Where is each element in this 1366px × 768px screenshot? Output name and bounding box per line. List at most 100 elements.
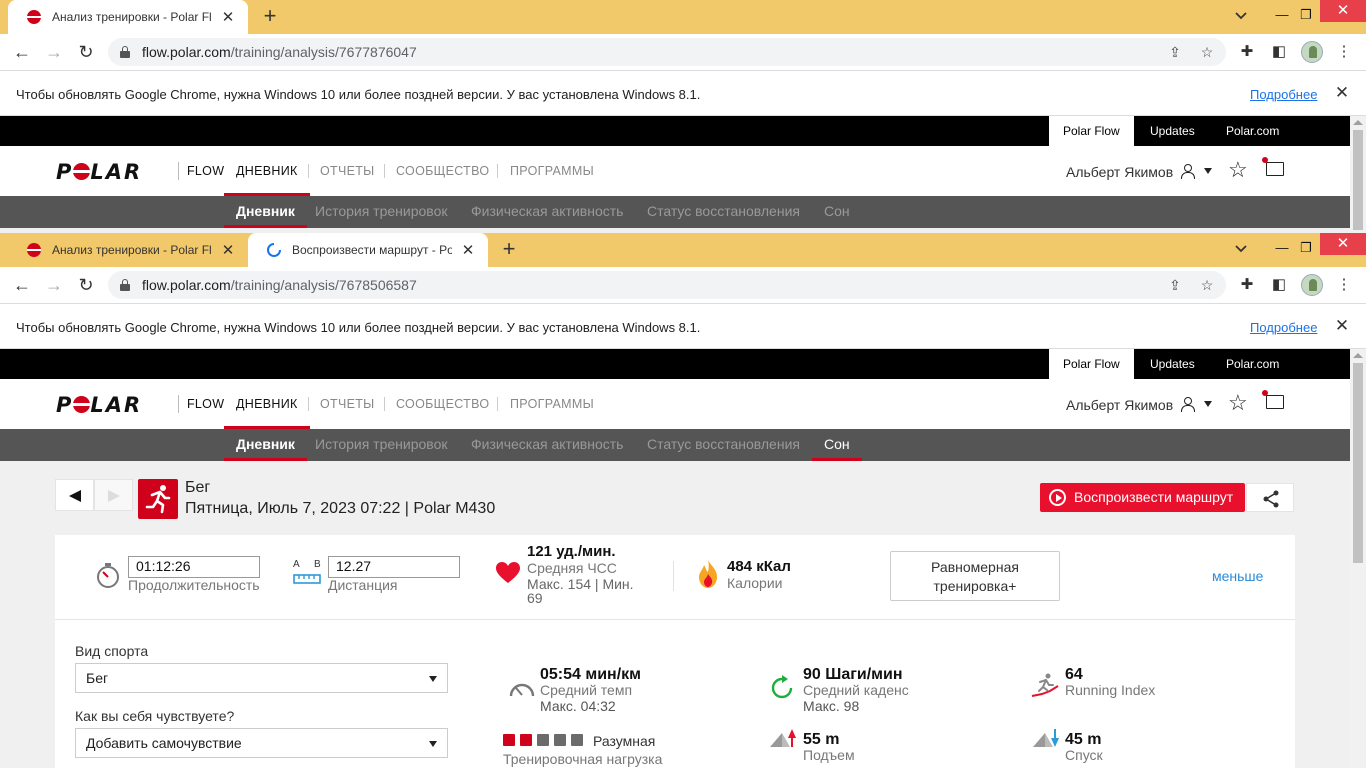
share-page-icon[interactable]: ⇪	[1164, 41, 1186, 63]
user-menu-caret-icon[interactable]	[1204, 168, 1212, 174]
bookmark-star-icon[interactable]: ☆	[1196, 41, 1218, 63]
subnav-diary[interactable]: Дневник	[224, 196, 307, 228]
topbar-polar-flow[interactable]: Polar Flow	[1049, 116, 1134, 146]
scroll-thumb[interactable]	[1353, 130, 1363, 230]
lock-icon[interactable]	[120, 279, 130, 291]
share-page-icon[interactable]: ⇪	[1164, 274, 1186, 296]
page-scrollbar[interactable]	[1350, 349, 1366, 768]
update-infobar: Чтобы обновлять Google Chrome, нужна Win…	[0, 303, 1366, 349]
subnav-activity[interactable]: Физическая активность	[471, 196, 623, 228]
favorites-star-icon[interactable]: ☆	[1228, 391, 1248, 415]
feed-notification-icon[interactable]	[1262, 390, 1284, 409]
topbar-polar-com[interactable]: Polar.com	[1212, 116, 1293, 146]
infobar-close-icon[interactable]: ✕	[1333, 83, 1351, 103]
side-panel-icon[interactable]: ◧	[1267, 40, 1291, 64]
show-less-link[interactable]: меньше	[1212, 568, 1263, 584]
tab-training-analysis[interactable]: Анализ тренировки - Polar Flow ✕	[8, 233, 248, 267]
user-name[interactable]: Альберт Якимов	[1066, 397, 1173, 413]
sport-select[interactable]: Бег	[75, 663, 448, 693]
favorites-star-icon[interactable]: ☆	[1228, 158, 1248, 182]
reload-icon[interactable]: ↻	[74, 273, 98, 297]
distance-input[interactable]: 12.27	[328, 556, 460, 578]
nav-diary[interactable]: ДНЕВНИК	[224, 379, 310, 429]
nav-community[interactable]: СООБЩЕСТВО	[396, 146, 489, 196]
nav-flow[interactable]: FLOW	[187, 379, 224, 429]
nav-divider	[384, 397, 385, 411]
nav-reports[interactable]: ОТЧЕТЫ	[320, 146, 375, 196]
subnav-history[interactable]: История тренировок	[315, 196, 447, 228]
tab-search-chevron-icon[interactable]	[1230, 239, 1252, 261]
tab-close-icon[interactable]: ✕	[220, 241, 236, 259]
scroll-thumb[interactable]	[1353, 363, 1363, 563]
tab-close-icon[interactable]: ✕	[460, 241, 476, 259]
lock-icon[interactable]	[120, 46, 130, 58]
tab-title: Анализ тренировки - Polar Flow	[52, 243, 212, 257]
subnav-history[interactable]: История тренировок	[315, 429, 447, 461]
url-path: /training/analysis/7678506587	[230, 277, 417, 293]
feeling-select[interactable]: Добавить самочувствие	[75, 728, 448, 758]
user-icon[interactable]	[1180, 164, 1195, 179]
topbar-polar-flow[interactable]: Polar Flow	[1049, 349, 1134, 379]
play-route-button[interactable]: Воспроизвести маршрут	[1040, 483, 1245, 512]
scroll-up-arrow-icon[interactable]	[1353, 120, 1363, 125]
nav-programs[interactable]: ПРОГРАММЫ	[510, 146, 594, 196]
subnav-diary[interactable]: Дневник	[224, 429, 307, 461]
tab-training-analysis[interactable]: Анализ тренировки - Polar Flow ✕	[8, 0, 248, 34]
menu-kebab-icon[interactable]: ⋮	[1332, 40, 1356, 64]
tab-play-route[interactable]: Воспроизвести маршрут - Polar ✕	[248, 233, 488, 267]
user-name[interactable]: Альберт Якимов	[1066, 164, 1173, 180]
forward-icon[interactable]: →	[42, 273, 66, 297]
subnav-activity[interactable]: Физическая активность	[471, 429, 623, 461]
infobar-close-icon[interactable]: ✕	[1333, 316, 1351, 336]
next-session-button[interactable]	[94, 479, 133, 511]
polar-logo[interactable]: P LAR	[56, 160, 142, 184]
menu-kebab-icon[interactable]: ⋮	[1332, 273, 1356, 297]
subnav-recovery[interactable]: Статус восстановления	[647, 429, 800, 461]
page-scrollbar[interactable]	[1350, 116, 1366, 233]
polar-logo[interactable]: P LAR	[56, 393, 142, 417]
side-panel-icon[interactable]: ◧	[1267, 273, 1291, 297]
close-window-icon[interactable]: ✕	[1320, 233, 1366, 255]
new-tab-button[interactable]: +	[257, 4, 283, 30]
bookmark-star-icon[interactable]: ☆	[1196, 274, 1218, 296]
avg-pace-label: Средний темп	[540, 682, 633, 698]
infobar-message: Чтобы обновлять Google Chrome, нужна Win…	[16, 87, 701, 102]
nav-community[interactable]: СООБЩЕСТВО	[396, 379, 489, 429]
subnav-sleep[interactable]: Сон	[812, 429, 862, 461]
feed-notification-icon[interactable]	[1262, 157, 1284, 176]
user-icon[interactable]	[1180, 397, 1195, 412]
nav-diary[interactable]: ДНЕВНИК	[224, 146, 310, 196]
reload-icon[interactable]: ↻	[74, 40, 98, 64]
tab-search-chevron-icon[interactable]	[1230, 6, 1252, 28]
topbar-updates[interactable]: Updates	[1136, 349, 1209, 379]
topbar-updates[interactable]: Updates	[1136, 116, 1209, 146]
address-bar[interactable]: flow.polar.com/training/analysis/7677876…	[108, 38, 1226, 66]
subnav-recovery[interactable]: Статус восстановления	[647, 196, 800, 228]
nav-flow[interactable]: FLOW	[187, 146, 224, 196]
training-benefit-button[interactable]: Равномерная тренировка+	[890, 551, 1060, 601]
back-icon[interactable]: ←	[10, 40, 34, 64]
scroll-up-arrow-icon[interactable]	[1353, 353, 1363, 358]
profile-avatar[interactable]	[1301, 41, 1323, 63]
infobar-learn-more-link[interactable]: Подробнее	[1250, 87, 1317, 102]
address-bar[interactable]: flow.polar.com/training/analysis/7678506…	[108, 271, 1226, 299]
profile-avatar[interactable]	[1301, 274, 1323, 296]
duration-input[interactable]: 01:12:26	[128, 556, 260, 578]
previous-session-button[interactable]	[55, 479, 94, 511]
new-tab-button[interactable]: +	[496, 237, 522, 263]
nav-reports[interactable]: ОТЧЕТЫ	[320, 379, 375, 429]
topbar-polar-com[interactable]: Polar.com	[1212, 349, 1293, 379]
subnav-sleep[interactable]: Сон	[824, 196, 850, 228]
distance-a-marker: A	[293, 559, 300, 570]
forward-icon[interactable]: →	[42, 40, 66, 64]
tab-close-icon[interactable]: ✕	[220, 8, 236, 26]
share-button[interactable]	[1246, 483, 1294, 512]
extensions-puzzle-icon[interactable]: ✚	[1235, 273, 1259, 297]
back-icon[interactable]: ←	[10, 273, 34, 297]
nav-programs[interactable]: ПРОГРАММЫ	[510, 379, 594, 429]
infobar-learn-more-link[interactable]: Подробнее	[1250, 320, 1317, 335]
user-menu-caret-icon[interactable]	[1204, 401, 1212, 407]
close-window-icon[interactable]: ✕	[1320, 0, 1366, 22]
tab-strip: Анализ тренировки - Polar Flow ✕ Воспрои…	[0, 233, 1366, 267]
extensions-puzzle-icon[interactable]: ✚	[1235, 40, 1259, 64]
